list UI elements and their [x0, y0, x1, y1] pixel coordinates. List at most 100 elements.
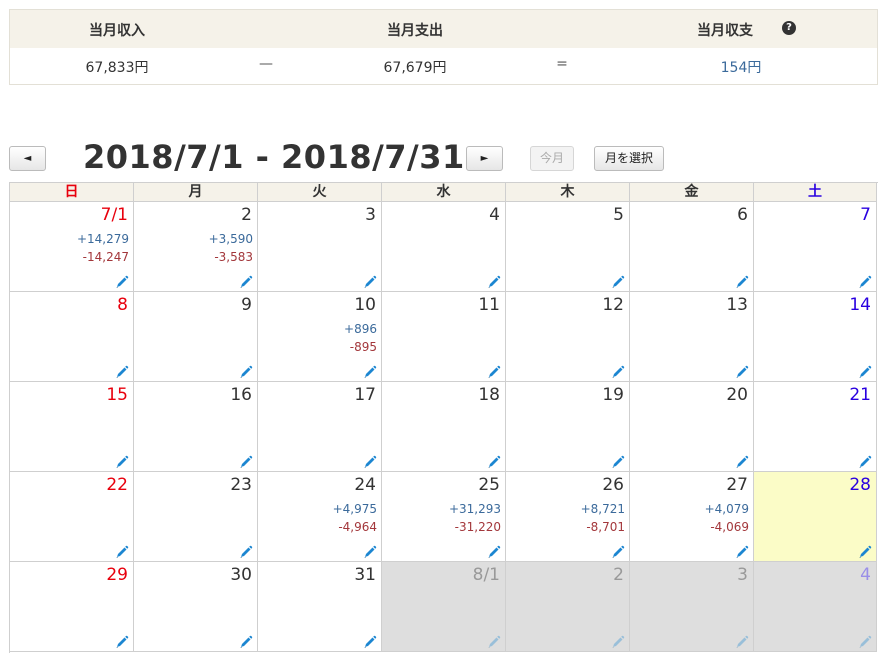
calendar-day-cell[interactable]: 2 [506, 562, 630, 652]
pencil-icon[interactable] [735, 544, 749, 558]
prev-month-button[interactable]: ◄ [9, 146, 46, 171]
pencil-icon[interactable] [363, 634, 377, 648]
calendar-day-cell[interactable]: 22 [10, 472, 134, 562]
pencil-icon[interactable] [363, 364, 377, 378]
pencil-icon[interactable] [735, 634, 749, 648]
weekday-header: 水 [382, 183, 506, 202]
pencil-icon[interactable] [239, 364, 253, 378]
calendar-day-cell[interactable]: 10 +896 -895 [258, 292, 382, 382]
calendar-day-cell[interactable]: 28 [754, 472, 877, 562]
pencil-icon[interactable] [611, 364, 625, 378]
pencil-icon[interactable] [858, 544, 872, 558]
pencil-icon[interactable] [363, 454, 377, 468]
pencil-icon[interactable] [611, 274, 625, 288]
pencil-icon[interactable] [239, 634, 253, 648]
day-number: 27 [726, 475, 748, 495]
day-number: 3 [737, 565, 748, 585]
calendar-day-cell[interactable]: 9 [134, 292, 258, 382]
day-number: 8/1 [472, 565, 500, 585]
pencil-icon[interactable] [239, 274, 253, 288]
calendar-day-cell[interactable]: 31 [258, 562, 382, 652]
calendar-day-cell[interactable]: 2 +3,590 -3,583 [134, 202, 258, 292]
calendar-day-cell[interactable]: 13 [630, 292, 754, 382]
income-value: 67,833円 [85, 60, 149, 76]
pencil-icon[interactable] [858, 634, 872, 648]
calendar-day-cell[interactable]: 11 [382, 292, 506, 382]
day-income: +14,279 [76, 232, 129, 246]
pencil-icon[interactable] [487, 544, 501, 558]
pencil-icon[interactable] [115, 454, 129, 468]
day-number: 7/1 [100, 205, 128, 225]
calendar-day-cell[interactable]: 26 +8,721 -8,701 [506, 472, 630, 562]
weekday-header: 月 [134, 183, 258, 202]
pencil-icon[interactable] [487, 364, 501, 378]
calendar-day-cell[interactable]: 7/1 +14,279 -14,247 [10, 202, 134, 292]
calendar-day-cell[interactable]: 29 [10, 562, 134, 652]
pencil-icon[interactable] [239, 544, 253, 558]
day-expense: -14,247 [82, 250, 129, 264]
pencil-icon[interactable] [363, 544, 377, 558]
pencil-icon[interactable] [858, 364, 872, 378]
day-number: 31 [354, 565, 376, 585]
pencil-icon[interactable] [611, 634, 625, 648]
calendar-day-cell[interactable]: 6 [630, 202, 754, 292]
pencil-icon[interactable] [487, 634, 501, 648]
day-number: 22 [106, 475, 128, 495]
calendar-day-cell[interactable]: 15 [10, 382, 134, 472]
day-expense: -4,964 [338, 520, 377, 534]
calendar-day-cell[interactable]: 27 +4,079 -4,069 [630, 472, 754, 562]
calendar-day-cell[interactable]: 4 [382, 202, 506, 292]
day-number: 20 [726, 385, 748, 405]
calendar-day-cell[interactable]: 24 +4,975 -4,964 [258, 472, 382, 562]
expense-label: 当月支出 [387, 23, 443, 39]
calendar-day-cell[interactable]: 12 [506, 292, 630, 382]
pencil-icon[interactable] [611, 454, 625, 468]
pencil-icon[interactable] [115, 634, 129, 648]
pencil-icon[interactable] [858, 274, 872, 288]
calendar-day-cell[interactable]: 14 [754, 292, 877, 382]
select-month-button[interactable]: 月を選択 [594, 146, 664, 171]
calendar-day-cell[interactable]: 5 [506, 202, 630, 292]
calendar-day-cell[interactable]: 17 [258, 382, 382, 472]
pencil-icon[interactable] [239, 454, 253, 468]
pencil-icon[interactable] [735, 274, 749, 288]
pencil-icon[interactable] [735, 454, 749, 468]
next-month-button[interactable]: ► [466, 146, 503, 171]
calendar-day-cell[interactable]: 4 [754, 562, 877, 652]
pencil-icon[interactable] [363, 274, 377, 288]
day-number: 23 [230, 475, 252, 495]
calendar-day-cell[interactable]: 18 [382, 382, 506, 472]
day-number: 5 [613, 205, 624, 225]
pencil-icon[interactable] [735, 364, 749, 378]
equals-sign: = [556, 56, 568, 72]
day-number: 11 [478, 295, 500, 315]
calendar-day-cell[interactable]: 30 [134, 562, 258, 652]
day-expense: -895 [349, 340, 377, 354]
calendar-day-cell[interactable]: 20 [630, 382, 754, 472]
calendar-day-cell[interactable]: 7 [754, 202, 877, 292]
day-number: 17 [354, 385, 376, 405]
pencil-icon[interactable] [487, 274, 501, 288]
calendar-day-cell[interactable]: 8 [10, 292, 134, 382]
pencil-icon[interactable] [611, 544, 625, 558]
day-expense: -3,583 [214, 250, 253, 264]
pencil-icon[interactable] [858, 454, 872, 468]
calendar-day-cell[interactable]: 23 [134, 472, 258, 562]
calendar-day-cell[interactable]: 16 [134, 382, 258, 472]
question-circle-icon[interactable]: ? [782, 21, 796, 35]
day-number: 21 [849, 385, 871, 405]
calendar-day-cell[interactable]: 8/1 [382, 562, 506, 652]
pencil-icon[interactable] [115, 364, 129, 378]
calendar-day-cell[interactable]: 3 [630, 562, 754, 652]
day-number: 19 [602, 385, 624, 405]
this-month-button[interactable]: 今月 [530, 146, 574, 171]
pencil-icon[interactable] [487, 454, 501, 468]
calendar-day-cell[interactable]: 19 [506, 382, 630, 472]
pencil-icon[interactable] [115, 544, 129, 558]
weekday-header: 金 [630, 183, 754, 202]
balance-value: 154円 [720, 60, 762, 76]
pencil-icon[interactable] [115, 274, 129, 288]
calendar-day-cell[interactable]: 21 [754, 382, 877, 472]
calendar-day-cell[interactable]: 25 +31,293 -31,220 [382, 472, 506, 562]
calendar-day-cell[interactable]: 3 [258, 202, 382, 292]
